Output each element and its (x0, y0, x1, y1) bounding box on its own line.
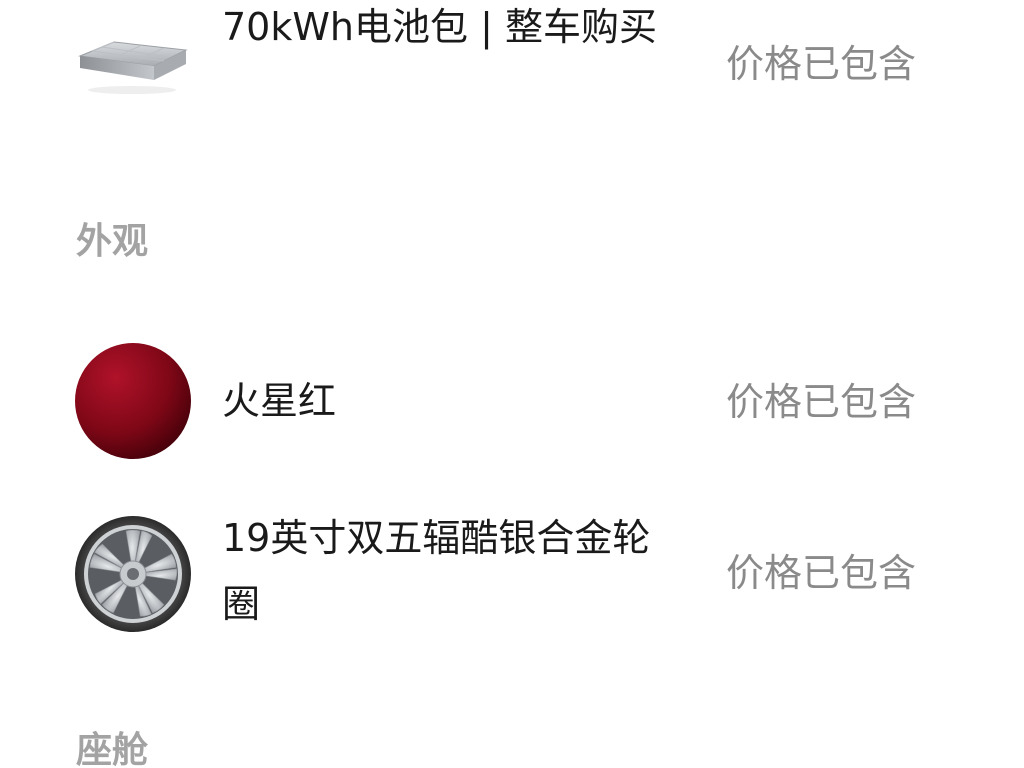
color-price-note: 价格已包含 (726, 380, 917, 424)
section-title-cabin: 座舱 (76, 730, 149, 768)
wheel-image (74, 515, 192, 633)
config-summary-screen: 70kWh电池包 | 整车购买 价格已包含 外观 火星红 价格已包含 19英寸双… (0, 0, 1024, 768)
battery-pack-image (74, 36, 190, 96)
option-row-wheel: 19英寸双五辐酷银合金轮圈 价格已包含 (0, 505, 1024, 645)
option-row-battery: 70kWh电池包 | 整车购买 价格已包含 (0, 0, 1024, 170)
battery-price-note: 价格已包含 (726, 42, 917, 86)
battery-pack-icon (78, 41, 188, 94)
red-color-swatch-icon (75, 343, 191, 459)
color-swatch (74, 342, 192, 460)
wheel-name: 19英寸双五辐酷银合金轮圈 (222, 516, 651, 626)
battery-name: 70kWh电池包 | 整车购买 (222, 5, 657, 49)
wheel-price-note: 价格已包含 (726, 551, 917, 595)
color-name: 火星红 (222, 379, 337, 423)
section-title-exterior: 外观 (76, 221, 149, 262)
alloy-wheel-icon (75, 516, 191, 632)
option-row-color: 火星红 价格已包含 (0, 330, 1024, 470)
